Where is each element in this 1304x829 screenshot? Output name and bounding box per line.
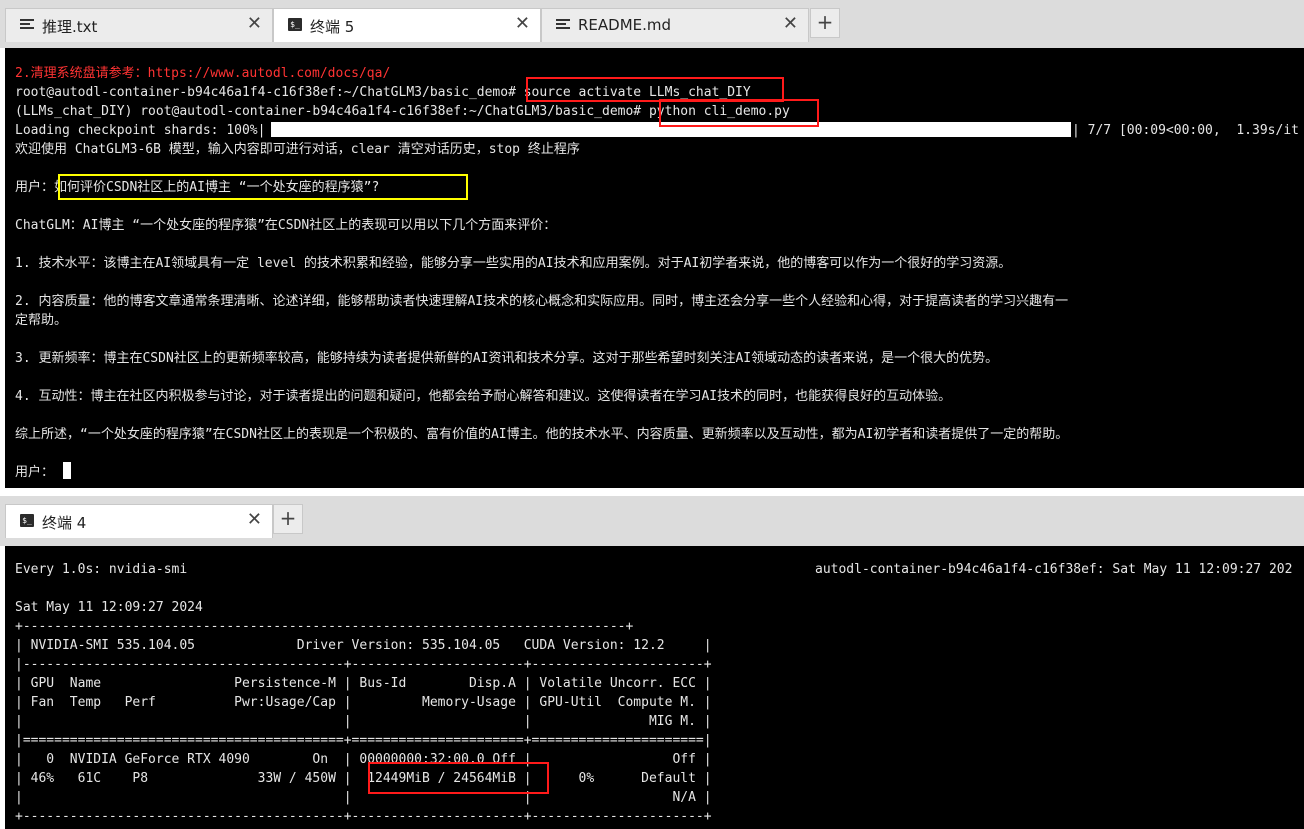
top-tab-bar: 推理.txt ✕ $_ 终端 5 ✕ README.md ✕ + xyxy=(0,0,1304,48)
terminal-5-pane[interactable]: 2.清理系统盘请参考：https://www.autodl.com/docs/q… xyxy=(5,48,1304,488)
terminal-line: Loading checkpoint shards: 100%| xyxy=(15,123,266,138)
assistant-response-line: 4. 互动性：博主在社区内积极参与讨论，对于读者提出的问题和疑问，他都会给予耐心… xyxy=(15,389,952,404)
assistant-response-line: 综上所述，“一个处女座的程序猿”在CSDN社区上的表现是一个积极的、富有价值的A… xyxy=(15,427,1069,442)
terminal-line: 欢迎使用 ChatGLM3-6B 模型，输入内容即可进行对话，clear 清空对… xyxy=(15,142,580,157)
watch-header-left: Every 1.0s: nvidia-smi xyxy=(15,562,188,577)
terminal-4-pane[interactable]: Every 1.0s: nvidia-smi autodl-container-… xyxy=(5,546,1304,829)
add-tab-button[interactable]: + xyxy=(273,504,303,534)
add-tab-button[interactable]: + xyxy=(810,8,840,38)
document-icon xyxy=(556,18,570,31)
highlight-memory-usage xyxy=(368,762,549,794)
bottom-tab-bar: $_ 终端 4 ✕ + xyxy=(0,496,1304,546)
smi-table-line: | | | MIG M. | xyxy=(15,714,712,729)
close-icon[interactable]: ✕ xyxy=(247,13,262,34)
smi-table-line: |---------------------------------------… xyxy=(15,657,712,672)
assistant-response-line: 3. 更新频率：博主在CSDN社区上的更新频率较高，能够持续为读者提供新鲜的AI… xyxy=(15,351,999,366)
smi-table-line: +---------------------------------------… xyxy=(15,809,712,824)
smi-table-line: | Fan Temp Perf Pwr:Usage/Cap | Memory-U… xyxy=(15,695,712,710)
smi-table-line: | | | N/A | xyxy=(15,790,712,805)
smi-table-line: | 0 NVIDIA GeForce RTX 4090 On | 0000000… xyxy=(15,752,712,767)
tab-label: 终端 5 xyxy=(310,18,355,36)
watch-header-right: autodl-container-b94c46a1f4-c16f38ef: Sa… xyxy=(815,562,1293,577)
terminal-icon: $_ xyxy=(288,18,302,31)
smi-table-line: +---------------------------------------… xyxy=(15,619,634,634)
tab-readme-md[interactable]: README.md ✕ xyxy=(541,8,809,42)
progress-status: | 7/7 [00:09<00:00, 1.39s/it xyxy=(1072,123,1299,138)
close-icon[interactable]: ✕ xyxy=(247,509,262,530)
highlight-python-cli-demo xyxy=(659,99,819,127)
assistant-response-line: ChatGLM：AI博主 “一个处女座的程序猿”在CSDN社区上的表现可以用以下… xyxy=(15,218,557,233)
user-prompt-line: 用户： xyxy=(15,465,55,480)
highlight-user-question xyxy=(58,174,468,200)
assistant-response-line: 2. 内容质量：他的博客文章通常条理清晰、论述详细，能够帮助读者快速理解AI技术… xyxy=(15,294,1069,309)
smi-table-line: | 46% 61C P8 33W / 450W | 12449MiB / 245… xyxy=(15,771,712,786)
terminal-icon: $_ xyxy=(20,514,34,527)
tab-label: 推理.txt xyxy=(42,18,98,36)
tab-inference-txt[interactable]: 推理.txt ✕ xyxy=(5,8,273,42)
terminal-line: 2.清理系统盘请参考：https://www.autodl.com/docs/q… xyxy=(15,66,391,81)
smi-table-line: | NVIDIA-SMI 535.104.05 Driver Version: … xyxy=(15,638,712,653)
document-icon xyxy=(20,18,34,31)
text-cursor xyxy=(63,462,71,479)
close-icon[interactable]: ✕ xyxy=(515,13,530,34)
tab-label: README.md xyxy=(578,16,672,34)
tab-terminal-4[interactable]: $_ 终端 4 ✕ xyxy=(5,504,273,538)
tab-label: 终端 4 xyxy=(42,514,87,532)
assistant-response-line: 1. 技术水平：该博主在AI领域具有一定 level 的技术积累和经验，能够分享… xyxy=(15,256,1012,271)
close-icon[interactable]: ✕ xyxy=(783,13,798,34)
terminal-line: Sat May 11 12:09:27 2024 xyxy=(15,600,203,615)
smi-table-line: |=======================================… xyxy=(15,733,712,748)
assistant-response-line: 定帮助。 xyxy=(15,313,68,328)
tab-terminal-5[interactable]: $_ 终端 5 ✕ xyxy=(273,8,541,42)
smi-table-line: | GPU Name Persistence-M | Bus-Id Disp.A… xyxy=(15,676,712,691)
